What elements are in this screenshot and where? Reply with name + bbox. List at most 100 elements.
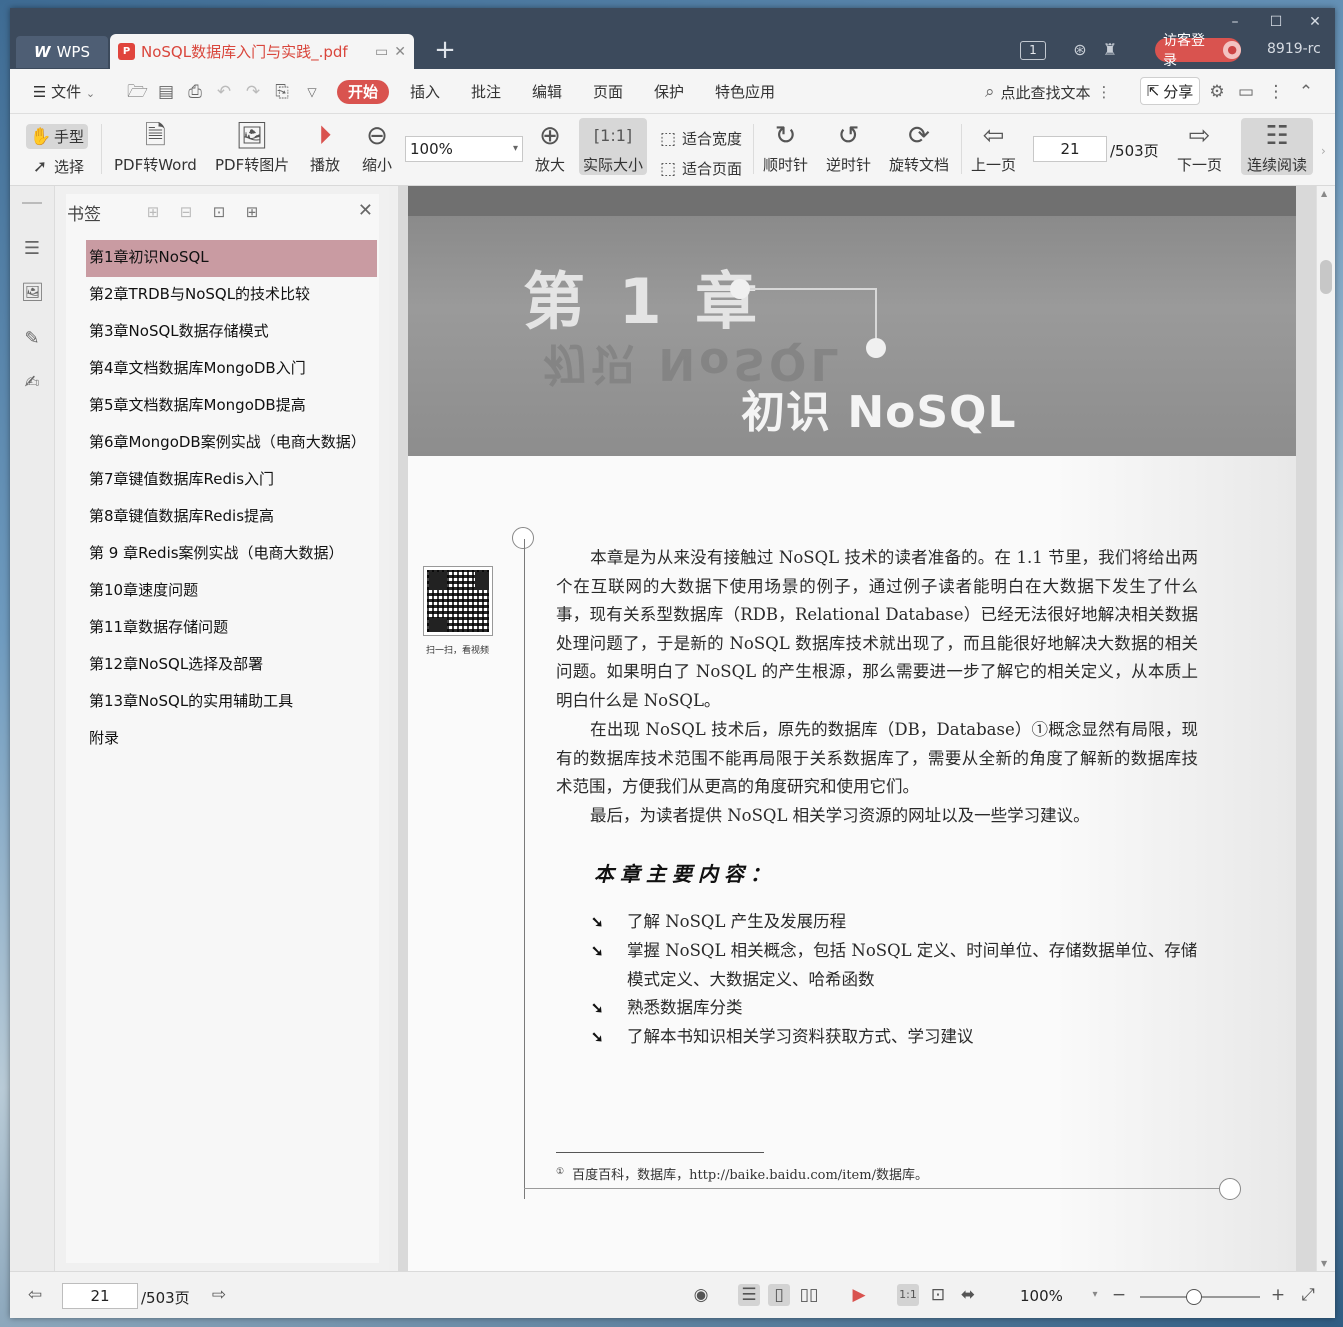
bookmark-item[interactable]: 第 9 章Redis案例实战（电商大数据） [86, 536, 377, 573]
continuous-view-icon[interactable]: ▯ [768, 1284, 790, 1306]
play-button[interactable]: ⏵ 播放 [310, 118, 340, 175]
collapse-all-icon[interactable]: ⊟ [175, 203, 197, 221]
zoom-dropdown-icon[interactable]: ▾ [1084, 1284, 1106, 1306]
bookmark-item[interactable]: 第7章键值数据库Redis入门 [86, 462, 377, 499]
bookmark-item[interactable]: 第2章TRDB与NoSQL的技术比较 [86, 277, 377, 314]
add-bookmark-icon[interactable]: ⊡ [208, 203, 230, 221]
bookmark-item[interactable]: 第3章NoSQL数据存储模式 [86, 314, 377, 351]
fit-page-button[interactable]: ⬚ 适合页面 [658, 158, 742, 179]
feedback-icon[interactable]: ▭ [1236, 82, 1256, 102]
continuous-reading-button[interactable]: ☷ 连续阅读 [1241, 118, 1314, 175]
bookmark-item[interactable]: 第12章NoSQL选择及部署 [86, 647, 377, 684]
menu-item-insert[interactable]: 插入 [405, 80, 445, 104]
menu-item-comment[interactable]: 批注 [466, 80, 506, 104]
save-icon[interactable]: ▤ [156, 82, 176, 102]
single-page-view-icon[interactable]: ☰ [738, 1284, 760, 1306]
visitor-login-button[interactable]: 访客登录 ● [1155, 33, 1241, 69]
bookmark-list-icon[interactable]: ☰ [21, 238, 43, 260]
find-text-box[interactable]: ⌕ 点此查找文本 ⋮ [985, 80, 1112, 104]
bookmark-options-icon[interactable]: ⊞ [241, 203, 263, 221]
bookmark-item[interactable]: 附录 [86, 721, 377, 758]
fit-page-icon[interactable]: ⊡ [927, 1284, 949, 1306]
bookmark-item[interactable]: 第4章文档数据库MongoDB入门 [86, 351, 377, 388]
pdf-to-image-button[interactable]: 🖼 PDF转图片 [215, 118, 289, 175]
maximize-button[interactable]: ☐ [1258, 12, 1294, 32]
select-tool-button[interactable]: ➚ 选择 [30, 156, 84, 177]
bookmark-item[interactable]: 第5章文档数据库MongoDB提高 [86, 388, 377, 425]
more-vertical-icon[interactable]: ⋮ [1097, 83, 1112, 101]
bookmark-item[interactable]: 第6章MongoDB案例实战（电商大数据） [86, 425, 377, 462]
zoom-out-button[interactable]: ⊖ 缩小 [362, 118, 392, 175]
vertical-scrollbar[interactable]: ▲ ▼ [1316, 186, 1335, 1271]
rotate-document-button[interactable]: ⟳ 旋转文档 [889, 118, 949, 175]
annotation-icon[interactable]: ✎ [21, 328, 43, 350]
bookmark-item[interactable]: 第1章初识NoSQL [86, 240, 377, 277]
settings-gear-icon[interactable]: ⚙ [1207, 82, 1227, 102]
zoom-in-button[interactable]: ⊕ 放大 [535, 118, 565, 175]
close-tab-icon[interactable]: ✕ [394, 44, 406, 60]
skin-icon[interactable]: ♜ [1100, 40, 1120, 60]
redo-icon[interactable]: ↷ [243, 82, 263, 102]
fit-width-button[interactable]: ⬚ 适合宽度 [658, 128, 742, 149]
document-viewport[interactable]: 初识 NoSQL 第 1 章 初识 NoSQL 扫一扫，看视频 本章是为从来没有… [398, 186, 1335, 1271]
more-icon[interactable]: ⋮ [1266, 82, 1286, 102]
panel-splitter[interactable] [389, 186, 397, 1271]
scroll-up-icon[interactable]: ▲ [1321, 189, 1327, 198]
bookmark-item[interactable]: 第13章NoSQL的实用辅助工具 [86, 684, 377, 721]
zoom-out-icon[interactable]: − [1108, 1284, 1130, 1306]
close-window-button[interactable]: ✕ [1297, 12, 1333, 32]
chevron-right-icon[interactable]: › [1321, 144, 1326, 158]
bookmark-item[interactable]: 第10章速度问题 [86, 573, 377, 610]
play-slideshow-icon[interactable]: ▶ [848, 1284, 870, 1306]
new-tab-button[interactable]: + [430, 36, 460, 66]
next-page-button[interactable]: ⇨ 下一页 [1177, 118, 1222, 175]
export-icon[interactable]: ⎘ [272, 82, 292, 102]
scroll-down-icon[interactable]: ▼ [1321, 1259, 1327, 1268]
undo-icon[interactable]: ↶ [214, 82, 234, 102]
menu-item-page[interactable]: 页面 [588, 80, 628, 104]
scrollbar-thumb[interactable] [1320, 260, 1332, 294]
pin-tab-icon[interactable]: ▭ [375, 44, 388, 60]
next-page-arrow-icon[interactable]: ⇨ [208, 1284, 230, 1306]
tab-wps-home[interactable]: W WPS [16, 36, 108, 68]
prev-page-button[interactable]: ⇦ 上一页 [971, 118, 1016, 175]
menu-item-start[interactable]: 开始 [337, 80, 389, 104]
prev-page-arrow-icon[interactable]: ⇦ [24, 1284, 46, 1306]
fit-width-icon[interactable]: ⬌ [957, 1284, 979, 1306]
pdf-to-word-button[interactable]: 🗎 PDF转Word [114, 118, 197, 175]
close-panel-icon[interactable]: ✕ [358, 200, 373, 221]
collapse-ribbon-icon[interactable]: ⌃ [1296, 82, 1316, 102]
status-zoom-value[interactable]: 100% [1020, 1287, 1063, 1305]
list-item-text: 掌握 NoSQL 相关概念，包括 NoSQL 定义、时间单位、存储数据单位、存储… [627, 940, 1198, 989]
thumbnail-icon[interactable]: 🖼 [21, 282, 44, 304]
menu-item-special[interactable]: 特色应用 [710, 80, 780, 104]
zoom-in-icon[interactable]: + [1267, 1284, 1289, 1306]
status-page-input[interactable]: 21 [62, 1283, 138, 1309]
hand-tool-button[interactable]: ✋ 手型 [26, 124, 89, 149]
window-count-badge[interactable]: 1 [1020, 41, 1046, 60]
menu-item-protect[interactable]: 保护 [649, 80, 689, 104]
quick-access-dropdown-icon[interactable]: ▽ [302, 82, 322, 102]
rotate-clockwise-button[interactable]: ↻ 顺时针 [763, 118, 808, 175]
signature-icon[interactable]: ✍ [21, 372, 43, 394]
minimize-button[interactable]: – [1217, 12, 1253, 32]
bookmark-item[interactable]: 第8章键值数据库Redis提高 [86, 499, 377, 536]
print-icon[interactable]: ⎙ [185, 82, 205, 102]
rotate-counterclockwise-button[interactable]: ↺ 逆时针 [826, 118, 871, 175]
expand-all-icon[interactable]: ⊞ [142, 203, 164, 221]
actual-size-button[interactable]: [1:1] 实际大小 [579, 118, 648, 175]
share-button[interactable]: ⇱ 分享 [1140, 77, 1200, 105]
file-menu[interactable]: ☰ 文件 ⌄ [28, 80, 100, 104]
zoom-select[interactable]: 100% ▾ [405, 136, 523, 162]
two-page-view-icon[interactable]: ▯▯ [798, 1284, 820, 1306]
actual-size-icon[interactable]: 1:1 [897, 1284, 919, 1306]
open-folder-icon[interactable]: 🗁 [127, 82, 148, 102]
fullscreen-icon[interactable]: ⤢ [1297, 1284, 1319, 1306]
cloud-sync-icon[interactable]: ⊛ [1070, 40, 1090, 60]
zoom-slider-knob[interactable] [1186, 1289, 1202, 1305]
eye-protection-icon[interactable]: ◉ [690, 1284, 712, 1306]
bookmark-item[interactable]: 第11章数据存储问题 [86, 610, 377, 647]
tab-document[interactable]: P NoSQL数据库入门与实践_.pdf ▭ ✕ [110, 34, 414, 69]
page-number-input[interactable]: 21 [1033, 136, 1107, 162]
menu-item-edit[interactable]: 编辑 [527, 80, 567, 104]
